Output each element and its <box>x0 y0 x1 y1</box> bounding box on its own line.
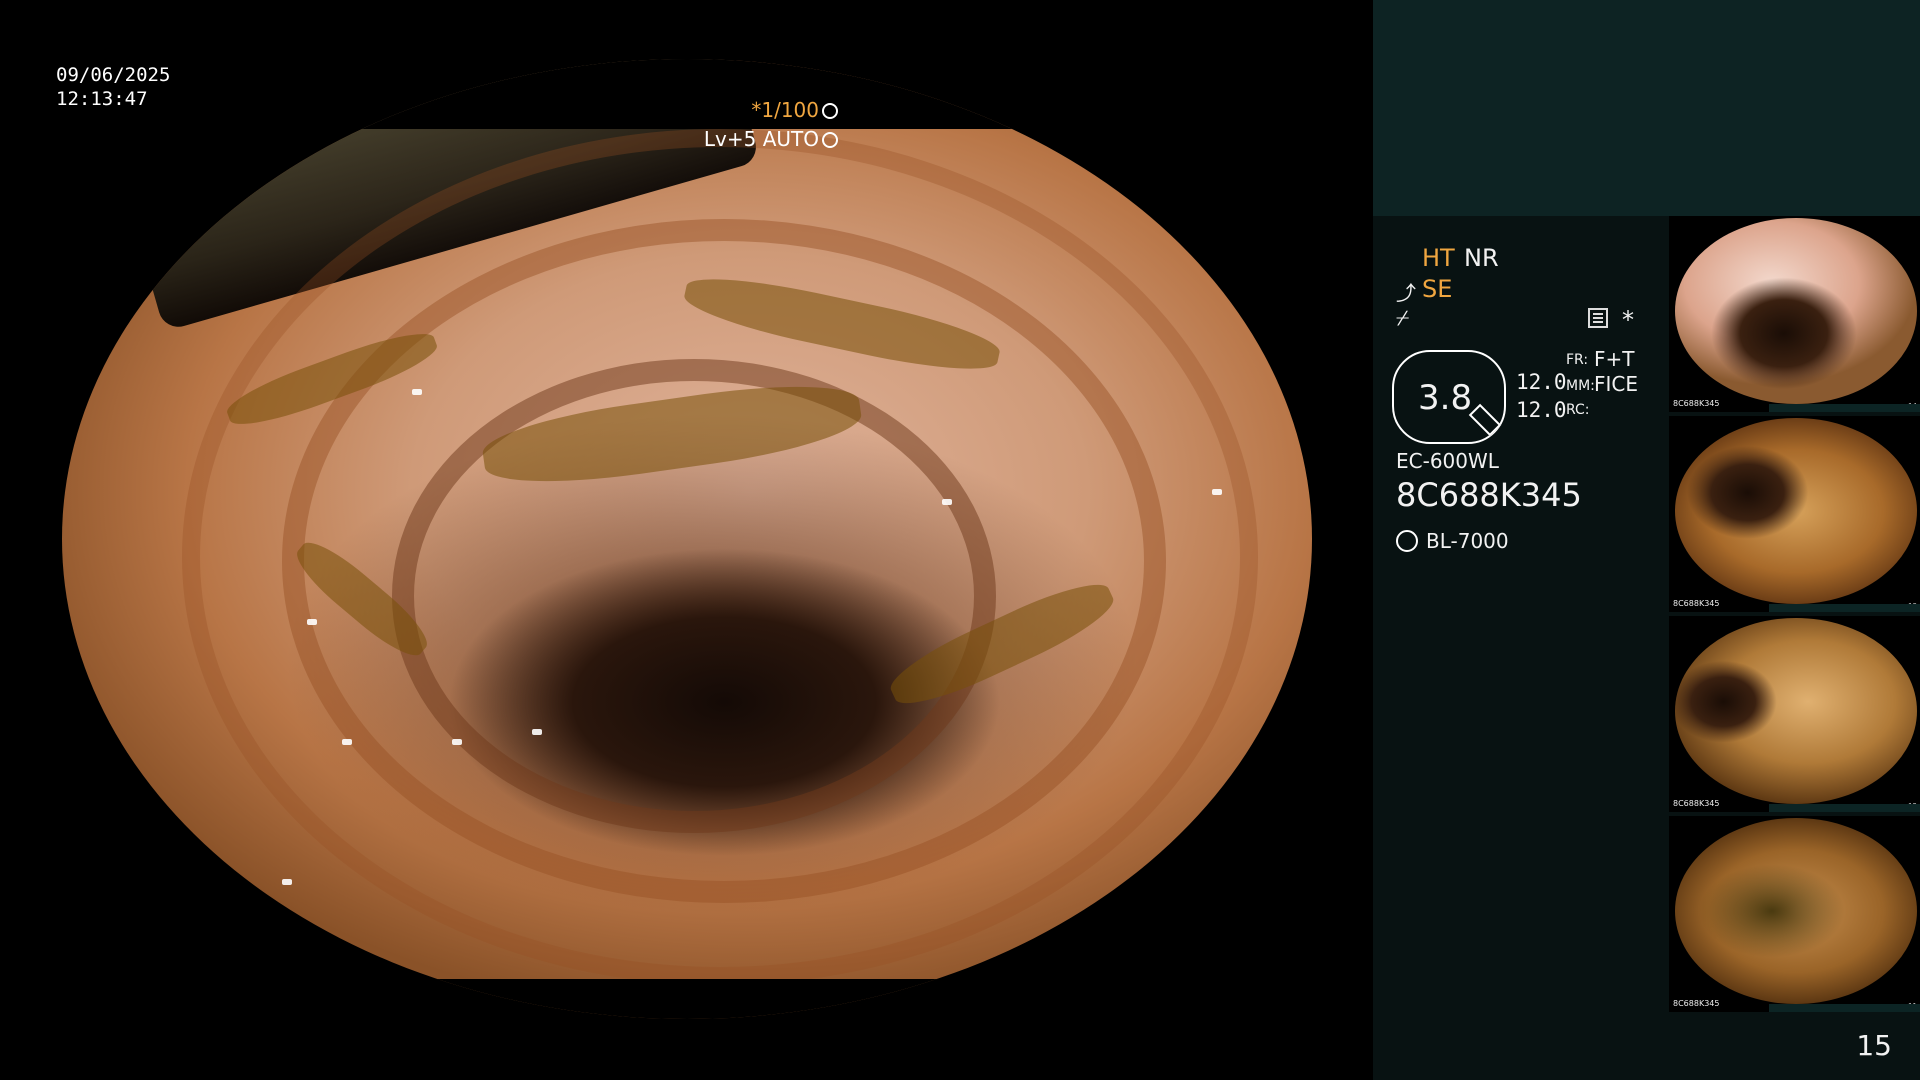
light-glint <box>452 739 462 745</box>
view-mask-top <box>62 59 1312 129</box>
fr-value: F+T <box>1594 347 1635 371</box>
thumbnail-serial: 8C688K345 <box>1673 799 1720 808</box>
thumbnail-bar <box>1769 804 1920 812</box>
light-glint <box>412 389 422 395</box>
datetime-overlay: 09/06/2025 12:13:47 <box>56 63 170 111</box>
shutter-text: *1/100 <box>751 98 819 122</box>
date-text: 09/06/2025 <box>56 64 171 86</box>
page-number: 15 <box>1856 1029 1892 1062</box>
light-glint <box>1212 489 1222 495</box>
thumbnail[interactable]: 8C688K345 13 <box>1669 416 1920 612</box>
thumbnail-serial: 8C688K345 <box>1673 999 1720 1008</box>
auto-iris-icon <box>822 132 838 148</box>
structure-enhance-icon: ⤴ <box>1396 281 1416 305</box>
endoscope-image <box>62 59 1312 1019</box>
light-glint <box>532 729 542 735</box>
fr-label: FR: <box>1566 352 1589 368</box>
thumbnail-list: 8C688K345 14 8C688K345 13 8C688K345 12 8… <box>1669 216 1920 1016</box>
time-text: 12:13:47 <box>56 88 148 110</box>
thumbnail-image <box>1675 618 1917 804</box>
menu-icon <box>1588 308 1608 328</box>
color-enhance-icon: ⌿ <box>1396 306 1410 331</box>
light-glint <box>342 739 352 745</box>
panel-header <box>1373 0 1920 216</box>
mm-value: FICE <box>1594 372 1639 396</box>
view-mask-bottom <box>62 979 1312 1019</box>
scope-serial: 8C688K345 <box>1396 476 1582 514</box>
scope-model: EC-600WL <box>1396 449 1499 473</box>
star-marker: * <box>1622 306 1634 334</box>
level-text: Lv+5 AUTO <box>703 127 819 151</box>
shutter-overlay: *1/100 <box>751 98 838 122</box>
thumbnail-bar <box>1769 1004 1920 1012</box>
thumbnail[interactable]: 8C688K345 14 <box>1669 216 1920 412</box>
light-source-model: BL-7000 <box>1426 529 1509 553</box>
thumbnail-serial: 8C688K345 <box>1673 599 1720 608</box>
light-glint <box>307 619 317 625</box>
aperture-icon <box>822 103 838 119</box>
light-glint <box>942 499 952 505</box>
rc-label: RC: <box>1566 402 1590 418</box>
thumbnail-image <box>1675 818 1917 1004</box>
zoom-indicator: 3.8 <box>1392 350 1506 444</box>
thumbnail-image <box>1675 218 1917 404</box>
thumbnail[interactable]: 8C688K345 11 <box>1669 816 1920 1012</box>
thumbnail-bar <box>1769 604 1920 612</box>
zoom-value: 3.8 <box>1418 378 1473 418</box>
thumbnail-serial: 8C688K345 <box>1673 399 1720 408</box>
value-2: 12.0 <box>1516 398 1567 422</box>
light-glint <box>1022 949 1032 955</box>
ht-label: HT <box>1422 244 1455 272</box>
light-source-icon <box>1396 530 1418 552</box>
se-label: SE <box>1422 275 1453 303</box>
thumbnail-bar <box>1769 404 1920 412</box>
thumbnail[interactable]: 8C688K345 12 <box>1669 616 1920 812</box>
nr-label: NR <box>1464 244 1499 272</box>
level-overlay: Lv+5 AUTO <box>704 127 838 151</box>
status-panel: HT NR ⤴ SE ⌿ * 3.8 12.0 12.0 FR: F+T MM:… <box>1373 0 1920 1080</box>
value-1: 12.0 <box>1516 370 1567 394</box>
thumbnail-image <box>1675 418 1917 604</box>
zoom-knob-icon <box>1468 403 1502 437</box>
mm-label: MM: <box>1566 378 1595 394</box>
light-glint <box>282 879 292 885</box>
endoscope-main-view: 09/06/2025 12:13:47 *1/100 Lv+5 AUTO <box>0 0 1373 1080</box>
